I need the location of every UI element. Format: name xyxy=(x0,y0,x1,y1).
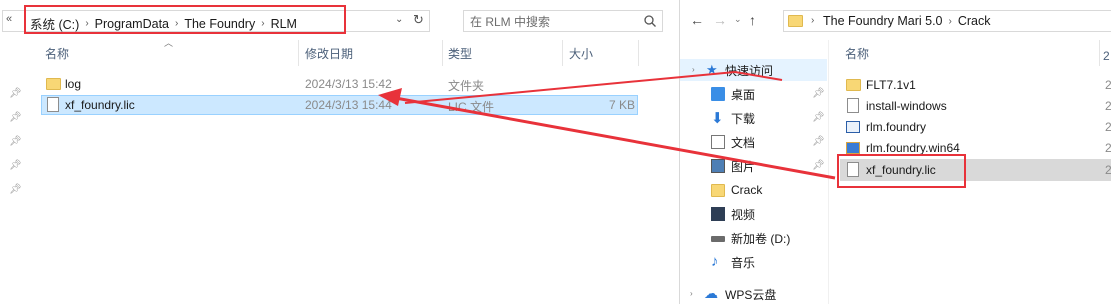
arrow-line-secondary xyxy=(404,71,736,104)
arrow-shaft xyxy=(389,95,836,180)
arrow-head xyxy=(378,88,402,106)
arrow-line-secondary-tail xyxy=(734,71,783,81)
annotation-arrow xyxy=(378,71,836,180)
